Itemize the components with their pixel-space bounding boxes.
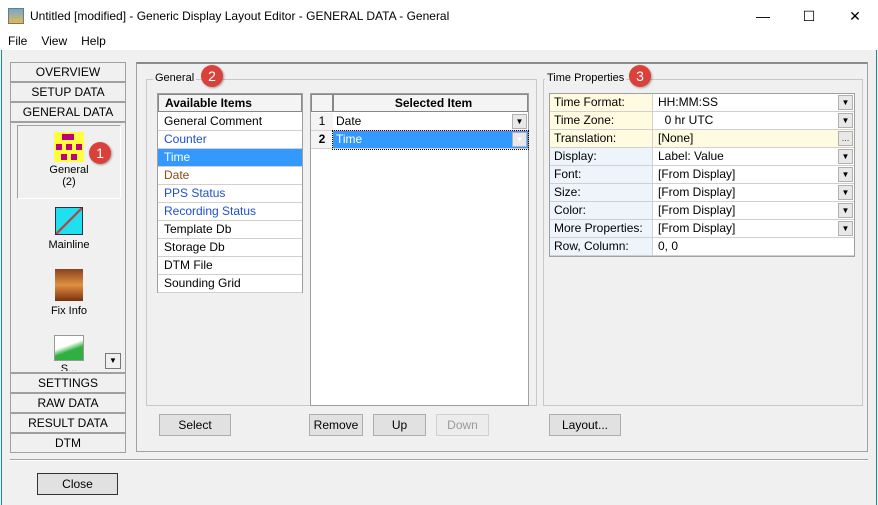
nav-item-count: (2) xyxy=(62,176,76,188)
property-value[interactable]: 0, 0 xyxy=(653,238,854,256)
available-item[interactable]: General Comment xyxy=(158,113,302,131)
maximize-button[interactable]: ☐ xyxy=(786,0,832,32)
nav-item-label: General xyxy=(49,164,89,176)
chevron-down-icon[interactable]: ▼ xyxy=(838,203,853,218)
up-button[interactable]: Up xyxy=(373,414,426,436)
time-properties-grid[interactable]: Time Format: HH:MM:SS ▼ Time Zone: 0 hr UT… xyxy=(549,93,855,257)
nav-item-mainline[interactable]: Mainline xyxy=(17,205,121,251)
grid-corner xyxy=(311,94,333,112)
property-label: More Properties: xyxy=(550,220,653,238)
layout-button[interactable]: Layout... xyxy=(549,414,621,436)
selected-items-grid[interactable]: Selected Item 1 Date ▼ 2 Time ▼ xyxy=(310,93,529,406)
chevron-down-icon[interactable]: ▼ xyxy=(838,95,853,110)
property-value[interactable]: [From Display] ▼ xyxy=(653,220,854,238)
available-item[interactable]: PPS Status xyxy=(158,185,302,203)
menu-file[interactable]: File xyxy=(0,32,34,50)
minimize-button[interactable]: — xyxy=(740,0,786,32)
row-number: 2 xyxy=(311,131,333,149)
property-value[interactable]: [From Display] ▼ xyxy=(653,202,854,220)
separator xyxy=(10,459,868,461)
menu-help[interactable]: Help xyxy=(74,32,113,50)
nav-tab-general-data[interactable]: GENERAL DATA xyxy=(10,102,126,122)
available-item[interactable]: Recording Status xyxy=(158,203,302,221)
row-number: 1 xyxy=(311,113,333,131)
available-item[interactable]: Sounding Grid xyxy=(158,275,302,293)
available-item[interactable]: Time xyxy=(158,149,302,167)
title-bar: Untitled [modified] - Generic Display La… xyxy=(0,0,878,32)
property-label: Translation: xyxy=(550,130,653,148)
available-item[interactable]: Date xyxy=(158,167,302,185)
chevron-down-icon[interactable]: ▼ xyxy=(838,167,853,182)
select-button[interactable]: Select xyxy=(159,414,231,436)
app-icon xyxy=(8,8,24,24)
property-label: Row, Column: xyxy=(550,238,653,256)
property-value-text: [From Display] xyxy=(658,185,736,199)
property-value-text: 0 hr UTC xyxy=(658,113,714,127)
nav-item-label: Mainline xyxy=(48,239,90,251)
selected-item-label: Date xyxy=(336,114,362,128)
available-items-header: Available Items xyxy=(158,94,302,112)
chevron-down-icon[interactable]: ▼ xyxy=(838,149,853,164)
property-value-text: [From Display] xyxy=(658,221,736,235)
scroll-down-button[interactable]: ▼ xyxy=(105,353,121,369)
property-value[interactable]: Label: Value ▼ xyxy=(653,148,854,166)
chevron-down-icon[interactable]: ▼ xyxy=(838,185,853,200)
nav-tab-dtm[interactable]: DTM xyxy=(10,433,126,453)
property-value-text: [None] xyxy=(658,131,694,145)
property-value-text: [From Display] xyxy=(658,203,736,217)
available-item[interactable]: Storage Db xyxy=(158,239,302,257)
nav-tab-raw-data[interactable]: RAW DATA xyxy=(10,393,126,413)
nav-tab-overview[interactable]: OVERVIEW xyxy=(10,62,126,82)
annotation-badge-1: 1 xyxy=(89,142,111,164)
time-properties-title: Time Properties xyxy=(545,72,627,84)
property-value[interactable]: [None] … xyxy=(653,130,854,148)
available-item[interactable]: Counter xyxy=(158,131,302,149)
selected-item-label: Time xyxy=(336,132,363,146)
available-item[interactable]: DTM File xyxy=(158,257,302,275)
property-value[interactable]: [From Display] ▼ xyxy=(653,184,854,202)
property-label: Font: xyxy=(550,166,653,184)
property-value-text: 0, 0 xyxy=(658,239,679,253)
property-label: Size: xyxy=(550,184,653,202)
chevron-down-icon[interactable]: ▼ xyxy=(512,132,527,147)
property-value-text: Label: Value xyxy=(658,149,724,163)
mainline-icon xyxy=(55,207,83,235)
remove-button[interactable]: Remove xyxy=(309,414,363,436)
property-label: Time Zone: xyxy=(550,112,653,130)
down-button[interactable]: Down xyxy=(436,414,489,436)
menu-bar: File View Help xyxy=(0,32,878,50)
property-label: Color: xyxy=(550,202,653,220)
chevron-down-icon[interactable]: ▼ xyxy=(838,113,853,128)
nav-item-fix-info[interactable]: Fix Info xyxy=(17,269,121,317)
property-value-text: HH:MM:SS xyxy=(658,95,718,109)
annotation-badge-3: 3 xyxy=(629,65,651,87)
selected-item-row[interactable]: Date ▼ xyxy=(333,113,528,131)
nav-item-label: Fix Info xyxy=(50,305,88,317)
menu-view[interactable]: View xyxy=(34,32,74,50)
general-group-title: General xyxy=(153,72,197,84)
chevron-down-icon[interactable]: ▼ xyxy=(838,221,853,236)
close-window-button[interactable]: ✕ xyxy=(832,0,878,32)
close-button[interactable]: Close xyxy=(37,473,118,495)
nav-tab-setup-data[interactable]: SETUP DATA xyxy=(10,82,126,102)
org-chart-icon xyxy=(54,132,84,162)
available-item[interactable]: Template Db xyxy=(158,221,302,239)
property-label: Display: xyxy=(550,148,653,166)
property-label: Time Format: xyxy=(550,94,653,112)
nav-tab-settings[interactable]: SETTINGS xyxy=(10,373,126,393)
property-value[interactable]: [From Display] ▼ xyxy=(653,166,854,184)
property-value[interactable]: 0 hr UTC ▼ xyxy=(653,112,854,130)
window-title: Untitled [modified] - Generic Display La… xyxy=(30,9,450,23)
chevron-down-icon[interactable]: ▼ xyxy=(512,114,527,129)
property-value-text: [From Display] xyxy=(658,167,736,181)
ellipsis-button[interactable]: … xyxy=(838,131,853,146)
property-value[interactable]: HH:MM:SS ▼ xyxy=(653,94,854,112)
fix-info-icon xyxy=(55,269,83,301)
annotation-badge-2: 2 xyxy=(201,65,223,87)
available-items-list[interactable]: Available Items General Comment Counter Ti… xyxy=(157,93,303,293)
nav-tab-result-data[interactable]: RESULT DATA xyxy=(10,413,126,433)
selected-item-header: Selected Item xyxy=(333,94,528,112)
chart-icon xyxy=(54,335,84,361)
selected-item-row[interactable]: Time ▼ xyxy=(332,130,529,150)
